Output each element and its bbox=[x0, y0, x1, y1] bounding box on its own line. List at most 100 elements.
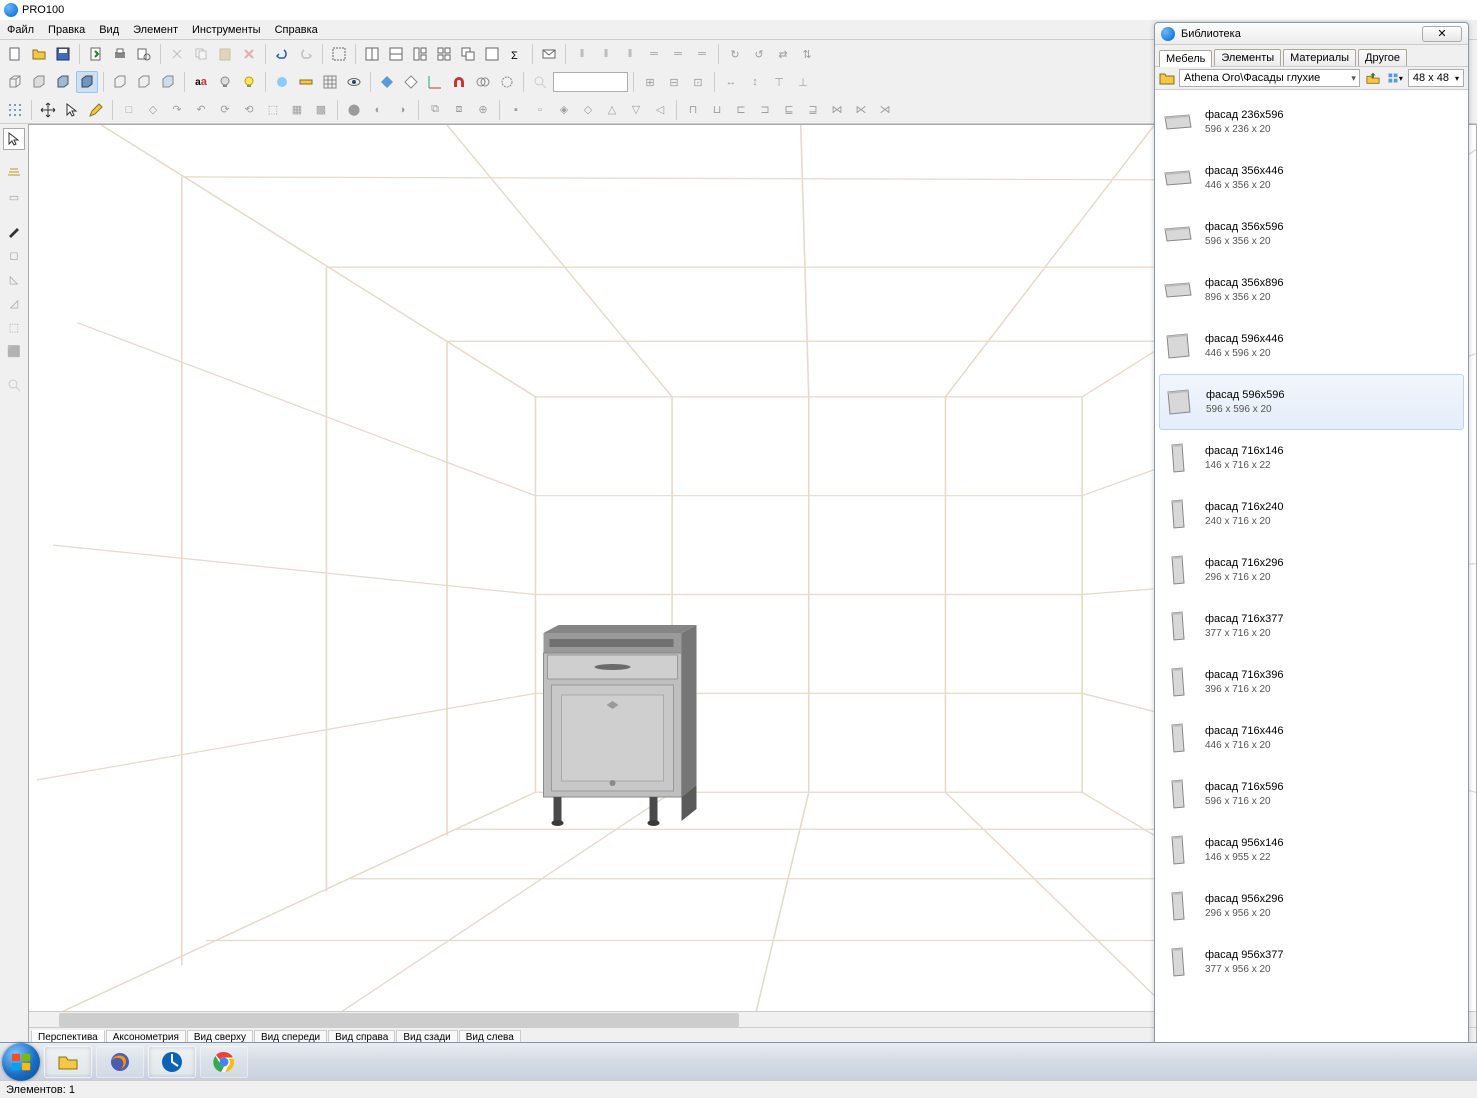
item-dimensions: 377 x 716 x 20 bbox=[1205, 627, 1283, 640]
library-item[interactable]: фасад 956x377377 x 956 x 20 bbox=[1155, 934, 1468, 990]
collision-btn[interactable] bbox=[472, 71, 494, 93]
target-btn[interactable] bbox=[496, 71, 518, 93]
zoom-dropdown[interactable] bbox=[553, 72, 628, 92]
diamond-blue-btn[interactable] bbox=[376, 71, 398, 93]
start-button[interactable] bbox=[2, 1043, 40, 1081]
link-3: ⊕ bbox=[472, 99, 494, 121]
extra-5: ⊑ bbox=[778, 99, 800, 121]
bulb-on-btn[interactable] bbox=[238, 71, 260, 93]
window-4-button[interactable] bbox=[433, 43, 455, 65]
status-text: Элементов: 1 bbox=[6, 1084, 75, 1096]
separator bbox=[523, 72, 524, 92]
window-1-button[interactable] bbox=[361, 43, 383, 65]
axis-btn[interactable] bbox=[424, 71, 446, 93]
library-item[interactable]: фасад 236x596596 x 236 x 20 bbox=[1155, 94, 1468, 150]
item-thumbnail-icon bbox=[1163, 611, 1193, 641]
library-size-combo[interactable]: 48 x 48▾ bbox=[1408, 69, 1464, 87]
sum-button[interactable]: Σ bbox=[505, 43, 527, 65]
print-button[interactable] bbox=[109, 43, 131, 65]
library-up-button[interactable] bbox=[1364, 69, 1382, 87]
library-item[interactable]: фасад 956x296296 x 956 x 20 bbox=[1155, 878, 1468, 934]
mail-button[interactable] bbox=[538, 43, 560, 65]
iso-1-btn[interactable] bbox=[109, 71, 131, 93]
select-cursor-icon[interactable] bbox=[61, 99, 83, 121]
aa-btn[interactable]: aa bbox=[190, 71, 212, 93]
library-item-list[interactable]: фасад 236x596596 x 236 x 20фасад 356x446… bbox=[1155, 90, 1468, 1059]
library-view-button[interactable]: ▾ bbox=[1386, 69, 1404, 87]
taskbar-chrome[interactable] bbox=[200, 1046, 248, 1078]
library-item[interactable]: фасад 596x596596 x 596 x 20 bbox=[1159, 374, 1464, 430]
pencil-tool[interactable] bbox=[85, 99, 107, 121]
magnet-btn[interactable] bbox=[448, 71, 470, 93]
library-item[interactable]: фасад 716x396396 x 716 x 20 bbox=[1155, 654, 1468, 710]
iso-2-btn[interactable] bbox=[133, 71, 155, 93]
select-all-button[interactable] bbox=[328, 43, 350, 65]
library-item[interactable]: фасад 956x146146 x 955 x 22 bbox=[1155, 822, 1468, 878]
bulb-off-btn[interactable] bbox=[214, 71, 236, 93]
iso-3-btn[interactable] bbox=[157, 71, 179, 93]
box-hidden-btn[interactable] bbox=[28, 71, 50, 93]
preview-button[interactable] bbox=[133, 43, 155, 65]
library-item[interactable]: фасад 596x446446 x 596 x 20 bbox=[1155, 318, 1468, 374]
light-tool[interactable] bbox=[3, 162, 25, 184]
new-button[interactable] bbox=[4, 43, 26, 65]
align-center-h-btn: ‖ bbox=[595, 43, 617, 65]
window-3-button[interactable] bbox=[409, 43, 431, 65]
menu-Файл[interactable]: Файл bbox=[0, 22, 41, 38]
menu-Правка[interactable]: Правка bbox=[41, 22, 92, 38]
zoom-fit-tool bbox=[3, 374, 25, 396]
grid-btn[interactable] bbox=[319, 71, 341, 93]
taskbar-explorer[interactable] bbox=[44, 1046, 92, 1078]
box-texture-btn[interactable] bbox=[76, 71, 98, 93]
library-item[interactable]: фасад 716x596596 x 716 x 20 bbox=[1155, 766, 1468, 822]
library-item[interactable]: фасад 356x446446 x 356 x 20 bbox=[1155, 150, 1468, 206]
import-button[interactable] bbox=[85, 43, 107, 65]
library-titlebar[interactable]: Библиотека ✕ bbox=[1155, 23, 1468, 45]
window-cascade-button[interactable] bbox=[457, 43, 479, 65]
copy-button bbox=[190, 43, 212, 65]
library-item[interactable]: фасад 716x296296 x 716 x 20 bbox=[1155, 542, 1468, 598]
item-dimensions: 296 x 956 x 20 bbox=[1205, 907, 1283, 920]
open-button[interactable] bbox=[28, 43, 50, 65]
menu-Справка[interactable]: Справка bbox=[268, 22, 325, 38]
paste-button bbox=[214, 43, 236, 65]
library-item[interactable]: фасад 356x896896 x 356 x 20 bbox=[1155, 262, 1468, 318]
menu-Вид[interactable]: Вид bbox=[92, 22, 126, 38]
group-9: ▩ bbox=[310, 99, 332, 121]
box-wireframe-btn[interactable] bbox=[4, 71, 26, 93]
taskbar-pro100[interactable] bbox=[148, 1046, 196, 1078]
separator bbox=[676, 100, 677, 120]
box-solid-btn[interactable] bbox=[52, 71, 74, 93]
group-2: ◇ bbox=[142, 99, 164, 121]
menu-Элемент[interactable]: Элемент bbox=[126, 22, 185, 38]
library-item[interactable]: фасад 356x596596 x 356 x 20 bbox=[1155, 206, 1468, 262]
taskbar-firefox[interactable] bbox=[96, 1046, 144, 1078]
diamond-white-btn[interactable] bbox=[400, 71, 422, 93]
library-item[interactable]: фасад 716x146146 x 716 x 22 bbox=[1155, 430, 1468, 486]
eye-btn[interactable] bbox=[343, 71, 365, 93]
library-tab-3[interactable]: Другое bbox=[1358, 49, 1407, 66]
menu-Инструменты[interactable]: Инструменты bbox=[185, 22, 268, 38]
cursor-tool[interactable] bbox=[3, 128, 25, 150]
library-close-button[interactable]: ✕ bbox=[1422, 26, 1462, 42]
library-item[interactable]: фасад 716x240240 x 716 x 20 bbox=[1155, 486, 1468, 542]
library-item[interactable]: фасад 716x446446 x 716 x 20 bbox=[1155, 710, 1468, 766]
status-bar: Элементов: 1 bbox=[0, 1080, 1477, 1098]
library-item[interactable]: фасад 716x377377 x 716 x 20 bbox=[1155, 598, 1468, 654]
library-tab-2[interactable]: Материалы bbox=[1283, 49, 1356, 66]
cabinet-model[interactable] bbox=[519, 625, 704, 845]
snap-grid-btn[interactable] bbox=[4, 99, 26, 121]
ruler-btn[interactable] bbox=[295, 71, 317, 93]
library-tab-1[interactable]: Элементы bbox=[1214, 49, 1281, 66]
window-maximize-button[interactable] bbox=[481, 43, 503, 65]
move-icon[interactable] bbox=[37, 99, 59, 121]
library-path-combo[interactable]: Athena Oro\Фасады глухие bbox=[1179, 69, 1360, 87]
window-2-button[interactable] bbox=[385, 43, 407, 65]
effect-1[interactable] bbox=[271, 71, 293, 93]
library-tab-0[interactable]: Мебель bbox=[1159, 50, 1212, 67]
link-1: ⧉ bbox=[424, 99, 446, 121]
undo-button[interactable] bbox=[271, 43, 293, 65]
draw-tool[interactable] bbox=[3, 220, 25, 242]
save-button[interactable] bbox=[52, 43, 74, 65]
separator bbox=[418, 100, 419, 120]
